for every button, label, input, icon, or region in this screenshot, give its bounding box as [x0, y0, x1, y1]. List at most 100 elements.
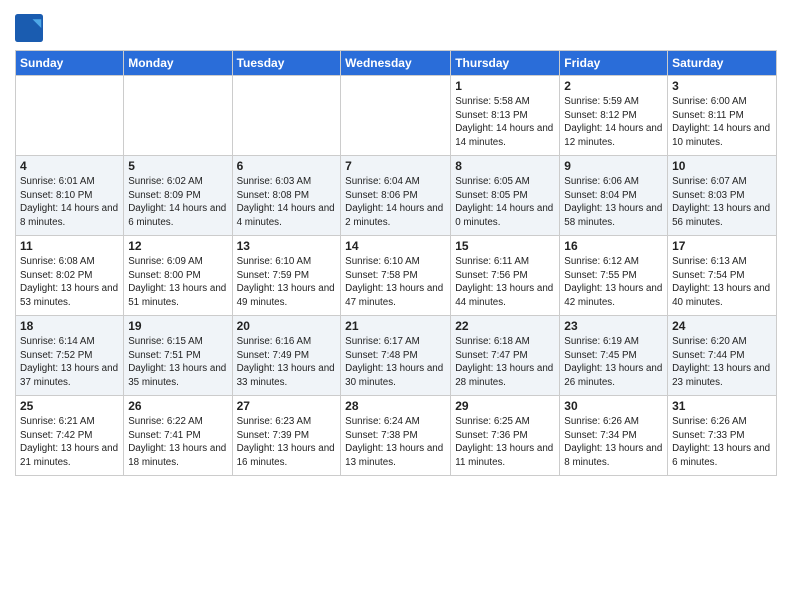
day-info: Sunrise: 6:10 AM Sunset: 7:59 PM Dayligh… — [237, 255, 337, 310]
calendar-week-row: 18 Sunrise: 6:14 AM Sunset: 7:52 PM Dayli… — [16, 316, 777, 396]
calendar-week-row: 11 Sunrise: 6:08 AM Sunset: 8:02 PM Dayli… — [16, 236, 777, 316]
day-number: 9 — [564, 159, 663, 173]
day-number: 25 — [20, 399, 119, 413]
day-number: 22 — [455, 319, 555, 333]
day-number: 27 — [237, 399, 337, 413]
day-number: 16 — [564, 239, 663, 253]
calendar-cell: 4 Sunrise: 6:01 AM Sunset: 8:10 PM Daylig… — [16, 156, 124, 236]
calendar-cell: 29Sunrise: 6:25 AM Sunset: 7:36 PM Dayli… — [451, 396, 560, 476]
day-number: 21 — [345, 319, 446, 333]
day-number: 28 — [345, 399, 446, 413]
calendar-cell: 28 Sunrise: 6:24 AM Sunset: 7:38 PM Dayli… — [341, 396, 451, 476]
calendar-cell: 10Sunrise: 6:07 AM Sunset: 8:03 PM Dayli… — [668, 156, 777, 236]
day-number: 31 — [672, 399, 772, 413]
day-info: Sunrise: 6:03 AM Sunset: 8:08 PM Dayligh… — [237, 175, 337, 230]
day-number: 15 — [455, 239, 555, 253]
day-number: 5 — [128, 159, 227, 173]
calendar-cell: 20Sunrise: 6:16 AM Sunset: 7:49 PM Dayli… — [232, 316, 341, 396]
calendar-week-row: 25 Sunrise: 6:21 AM Sunset: 7:42 PM Dayli… — [16, 396, 777, 476]
column-header-saturday: Saturday — [668, 51, 777, 76]
calendar-cell: 21Sunrise: 6:17 AM Sunset: 7:48 PM Dayli… — [341, 316, 451, 396]
day-number: 13 — [237, 239, 337, 253]
column-header-sunday: Sunday — [16, 51, 124, 76]
day-info: Sunrise: 6:02 AM Sunset: 8:09 PM Dayligh… — [128, 175, 227, 230]
calendar-cell: 25 Sunrise: 6:21 AM Sunset: 7:42 PM Dayli… — [16, 396, 124, 476]
day-info: Sunrise: 6:11 AM Sunset: 7:56 PM Dayligh… — [455, 255, 555, 310]
day-info: Sunrise: 5:59 AM Sunset: 8:12 PM Dayligh… — [564, 95, 663, 150]
calendar-cell: 19Sunrise: 6:15 AM Sunset: 7:51 PM Dayli… — [124, 316, 232, 396]
day-number: 1 — [455, 79, 555, 93]
calendar-cell — [124, 76, 232, 156]
column-header-friday: Friday — [560, 51, 668, 76]
day-number: 4 — [20, 159, 119, 173]
column-header-monday: Monday — [124, 51, 232, 76]
calendar-header-row: SundayMondayTuesdayWednesdayThursdayFrid… — [16, 51, 777, 76]
calendar-cell: 11 Sunrise: 6:08 AM Sunset: 8:02 PM Dayli… — [16, 236, 124, 316]
day-info: Sunrise: 5:58 AM Sunset: 8:13 PM Dayligh… — [455, 95, 555, 150]
day-info: Sunrise: 6:10 AM Sunset: 7:58 PM Dayligh… — [345, 255, 446, 310]
day-info: Sunrise: 6:26 AM Sunset: 7:34 PM Dayligh… — [564, 415, 663, 470]
day-info: Sunrise: 6:24 AM Sunset: 7:38 PM Dayligh… — [345, 415, 446, 470]
day-info: Sunrise: 6:13 AM Sunset: 7:54 PM Dayligh… — [672, 255, 772, 310]
day-number: 11 — [20, 239, 119, 253]
day-info: Sunrise: 6:01 AM Sunset: 8:10 PM Dayligh… — [20, 175, 119, 230]
day-number: 8 — [455, 159, 555, 173]
calendar-cell — [341, 76, 451, 156]
calendar-cell: 3 Sunrise: 6:00 AM Sunset: 8:11 PM Daylig… — [668, 76, 777, 156]
calendar-cell: 6 Sunrise: 6:03 AM Sunset: 8:08 PM Daylig… — [232, 156, 341, 236]
day-info: Sunrise: 6:26 AM Sunset: 7:33 PM Dayligh… — [672, 415, 772, 470]
day-number: 2 — [564, 79, 663, 93]
day-info: Sunrise: 6:19 AM Sunset: 7:45 PM Dayligh… — [564, 335, 663, 390]
column-header-tuesday: Tuesday — [232, 51, 341, 76]
day-info: Sunrise: 6:18 AM Sunset: 7:47 PM Dayligh… — [455, 335, 555, 390]
day-info: Sunrise: 6:08 AM Sunset: 8:02 PM Dayligh… — [20, 255, 119, 310]
calendar-cell: 15 Sunrise: 6:11 AM Sunset: 7:56 PM Dayli… — [451, 236, 560, 316]
calendar-cell: 7Sunrise: 6:04 AM Sunset: 8:06 PM Daylig… — [341, 156, 451, 236]
day-info: Sunrise: 6:16 AM Sunset: 7:49 PM Dayligh… — [237, 335, 337, 390]
day-info: Sunrise: 6:25 AM Sunset: 7:36 PM Dayligh… — [455, 415, 555, 470]
day-number: 19 — [128, 319, 227, 333]
general-blue-icon — [15, 14, 43, 42]
calendar-cell — [232, 76, 341, 156]
day-info: Sunrise: 6:00 AM Sunset: 8:11 PM Dayligh… — [672, 95, 772, 150]
day-info: Sunrise: 6:07 AM Sunset: 8:03 PM Dayligh… — [672, 175, 772, 230]
calendar-cell: 31 Sunrise: 6:26 AM Sunset: 7:33 PM Dayli… — [668, 396, 777, 476]
calendar-cell: 5 Sunrise: 6:02 AM Sunset: 8:09 PM Daylig… — [124, 156, 232, 236]
day-number: 12 — [128, 239, 227, 253]
calendar-cell: 14 Sunrise: 6:10 AM Sunset: 7:58 PM Dayli… — [341, 236, 451, 316]
day-number: 24 — [672, 319, 772, 333]
calendar-cell: 18 Sunrise: 6:14 AM Sunset: 7:52 PM Dayli… — [16, 316, 124, 396]
day-number: 3 — [672, 79, 772, 93]
calendar-week-row: 4 Sunrise: 6:01 AM Sunset: 8:10 PM Daylig… — [16, 156, 777, 236]
page-header — [15, 10, 777, 42]
day-info: Sunrise: 6:05 AM Sunset: 8:05 PM Dayligh… — [455, 175, 555, 230]
column-header-wednesday: Wednesday — [341, 51, 451, 76]
calendar-cell: 23 Sunrise: 6:19 AM Sunset: 7:45 PM Dayli… — [560, 316, 668, 396]
day-number: 18 — [20, 319, 119, 333]
calendar-cell: 17 Sunrise: 6:13 AM Sunset: 7:54 PM Dayli… — [668, 236, 777, 316]
calendar-cell: 30 Sunrise: 6:26 AM Sunset: 7:34 PM Dayli… — [560, 396, 668, 476]
day-info: Sunrise: 6:14 AM Sunset: 7:52 PM Dayligh… — [20, 335, 119, 390]
day-info: Sunrise: 6:06 AM Sunset: 8:04 PM Dayligh… — [564, 175, 663, 230]
day-number: 6 — [237, 159, 337, 173]
column-header-thursday: Thursday — [451, 51, 560, 76]
calendar-cell: 26Sunrise: 6:22 AM Sunset: 7:41 PM Dayli… — [124, 396, 232, 476]
day-info: Sunrise: 6:20 AM Sunset: 7:44 PM Dayligh… — [672, 335, 772, 390]
logo — [15, 14, 47, 42]
calendar-cell: 12Sunrise: 6:09 AM Sunset: 8:00 PM Dayli… — [124, 236, 232, 316]
calendar-cell: 22 Sunrise: 6:18 AM Sunset: 7:47 PM Dayli… — [451, 316, 560, 396]
day-info: Sunrise: 6:12 AM Sunset: 7:55 PM Dayligh… — [564, 255, 663, 310]
calendar-cell: 27 Sunrise: 6:23 AM Sunset: 7:39 PM Dayli… — [232, 396, 341, 476]
calendar-cell: 1 Sunrise: 5:58 AM Sunset: 8:13 PM Daylig… — [451, 76, 560, 156]
calendar-cell — [16, 76, 124, 156]
calendar-cell: 9 Sunrise: 6:06 AM Sunset: 8:04 PM Daylig… — [560, 156, 668, 236]
day-number: 30 — [564, 399, 663, 413]
day-number: 17 — [672, 239, 772, 253]
day-info: Sunrise: 6:23 AM Sunset: 7:39 PM Dayligh… — [237, 415, 337, 470]
day-info: Sunrise: 6:21 AM Sunset: 7:42 PM Dayligh… — [20, 415, 119, 470]
day-number: 23 — [564, 319, 663, 333]
day-number: 14 — [345, 239, 446, 253]
day-info: Sunrise: 6:22 AM Sunset: 7:41 PM Dayligh… — [128, 415, 227, 470]
calendar-week-row: 1 Sunrise: 5:58 AM Sunset: 8:13 PM Daylig… — [16, 76, 777, 156]
calendar-cell: 8 Sunrise: 6:05 AM Sunset: 8:05 PM Daylig… — [451, 156, 560, 236]
